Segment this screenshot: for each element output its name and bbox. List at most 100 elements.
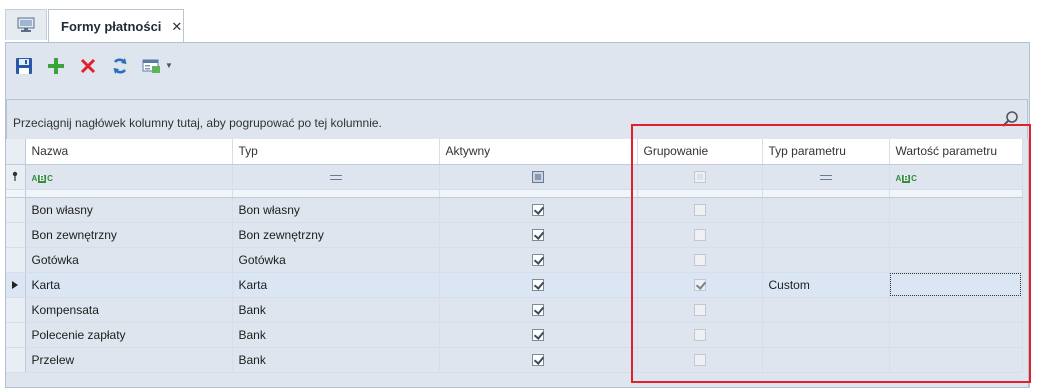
column-header-typ-parametru[interactable]: Typ parametru [762, 139, 890, 165]
cell-wartosc-parametru[interactable] [889, 247, 1023, 273]
cell-typ[interactable]: Karta [232, 272, 440, 298]
cell-typ-parametru[interactable] [762, 247, 890, 273]
column-header-grupowanie[interactable]: Grupowanie [637, 139, 763, 165]
column-header-wartosc-parametru[interactable]: Wartość parametru [889, 139, 1023, 165]
cell-grupowanie[interactable] [637, 347, 763, 373]
cell-aktywny[interactable] [439, 297, 638, 323]
cell-wartosc-parametru[interactable] [889, 222, 1023, 248]
table-row[interactable]: Przelew Bank [6, 347, 1023, 373]
filter-grupowanie[interactable] [637, 164, 763, 190]
cell-nazwa[interactable]: Gotówka [25, 247, 233, 273]
checkbox[interactable] [532, 229, 544, 242]
cell-grupowanie[interactable] [637, 247, 763, 273]
row-indicator[interactable] [6, 197, 26, 223]
cell-grupowanie[interactable] [637, 272, 763, 298]
cell-typ[interactable]: Bank [232, 297, 440, 323]
cell-aktywny[interactable] [439, 347, 638, 373]
checkbox[interactable] [532, 354, 544, 367]
cell-wartosc-parametru[interactable] [889, 197, 1023, 223]
filter-typ[interactable] [232, 164, 440, 190]
checkbox[interactable] [693, 254, 706, 267]
cell-nazwa[interactable]: Polecenie zapłaty [25, 322, 233, 348]
row-indicator[interactable] [6, 322, 26, 348]
cell-wartosc-parametru[interactable] [889, 272, 1023, 298]
table-row[interactable]: Gotówka Gotówka [6, 247, 1023, 273]
column-header-typ[interactable]: Typ [232, 139, 440, 165]
cell-typ-parametru[interactable] [762, 297, 890, 323]
close-icon[interactable]: ✕ [171, 20, 182, 33]
refresh-button[interactable] [108, 54, 132, 78]
equals-filter-icon [819, 174, 832, 180]
checkbox[interactable] [532, 304, 544, 317]
equals-filter-icon [329, 174, 342, 180]
cell-typ[interactable]: Bon własny [232, 197, 440, 223]
checkbox[interactable] [693, 204, 706, 217]
filter-nazwa[interactable]: ABC [25, 164, 233, 190]
cell-typ[interactable]: Bank [232, 322, 440, 348]
save-button[interactable] [12, 54, 36, 78]
separator-cell [637, 189, 763, 198]
home-tab[interactable] [5, 9, 47, 40]
checkbox[interactable] [532, 329, 544, 342]
column-header-aktywny[interactable]: Aktywny [439, 139, 638, 165]
cell-nazwa[interactable]: Przelew [25, 347, 233, 373]
cell-aktywny[interactable] [439, 197, 638, 223]
cell-typ-parametru[interactable]: Custom [762, 272, 890, 298]
cell-nazwa[interactable]: Bon zewnętrzny [25, 222, 233, 248]
group-by-panel[interactable]: Przeciągnij nagłówek kolumny tutaj, aby … [6, 99, 1028, 139]
cell-grupowanie[interactable] [637, 322, 763, 348]
filter-aktywny[interactable] [439, 164, 638, 190]
row-indicator[interactable] [6, 272, 26, 298]
cell-wartosc-parametru[interactable] [889, 297, 1023, 323]
row-indicator[interactable] [6, 347, 26, 373]
row-indicator[interactable] [6, 247, 26, 273]
text-filter-icon: ABC [895, 173, 917, 183]
table-row[interactable]: Polecenie zapłaty Bank [6, 322, 1023, 348]
filter-wartosc-parametru[interactable]: ABC [889, 164, 1023, 190]
cell-typ-parametru[interactable] [762, 197, 890, 223]
cell-typ-parametru[interactable] [762, 222, 890, 248]
cell-aktywny[interactable] [439, 222, 638, 248]
table-row[interactable]: Bon własny Bon własny [6, 197, 1023, 223]
table-row[interactable]: Karta Karta Custom [6, 272, 1023, 298]
cell-wartosc-parametru[interactable] [889, 322, 1023, 348]
cell-typ[interactable]: Bank [232, 347, 440, 373]
cell-grupowanie[interactable] [637, 222, 763, 248]
cell-nazwa[interactable]: Karta [25, 272, 233, 298]
cell-aktywny[interactable] [439, 247, 638, 273]
cell-wartosc-parametru[interactable] [889, 347, 1023, 373]
table-row[interactable]: Kompensata Bank [6, 297, 1023, 323]
checkbox[interactable] [532, 204, 544, 217]
row-indicator[interactable] [6, 222, 26, 248]
filter-row-indicator [6, 164, 26, 190]
add-button[interactable] [44, 54, 68, 78]
column-header-nazwa[interactable]: Nazwa [25, 139, 233, 165]
cell-aktywny[interactable] [439, 272, 638, 298]
cell-typ-parametru[interactable] [762, 347, 890, 373]
filter-typ-parametru[interactable] [762, 164, 890, 190]
view-options-button[interactable] [140, 54, 164, 78]
checkbox[interactable] [693, 229, 706, 242]
cell-grupowanie[interactable] [637, 297, 763, 323]
search-icon[interactable] [1001, 110, 1019, 128]
cell-typ[interactable]: Bon zewnętrzny [232, 222, 440, 248]
cell-aktywny[interactable] [439, 322, 638, 348]
view-options-dropdown[interactable]: ▼ [164, 54, 174, 78]
table-row[interactable]: Bon zewnętrzny Bon zewnętrzny [6, 222, 1023, 248]
grid-right-border [1028, 139, 1029, 388]
checkbox[interactable] [693, 354, 706, 367]
cell-nazwa[interactable]: Kompensata [25, 297, 233, 323]
delete-button[interactable] [76, 54, 100, 78]
cell-nazwa[interactable]: Bon własny [25, 197, 233, 223]
pin-icon [13, 171, 18, 181]
cell-typ-parametru[interactable] [762, 322, 890, 348]
checkbox[interactable] [693, 304, 706, 317]
cell-typ[interactable]: Gotówka [232, 247, 440, 273]
row-indicator[interactable] [6, 297, 26, 323]
checkbox[interactable] [693, 329, 706, 342]
checkbox[interactable] [532, 279, 544, 292]
checkbox[interactable] [693, 279, 706, 292]
tab-formy-platnosci[interactable]: Formy płatności ✕ [48, 9, 184, 42]
cell-grupowanie[interactable] [637, 197, 763, 223]
checkbox[interactable] [532, 254, 544, 267]
